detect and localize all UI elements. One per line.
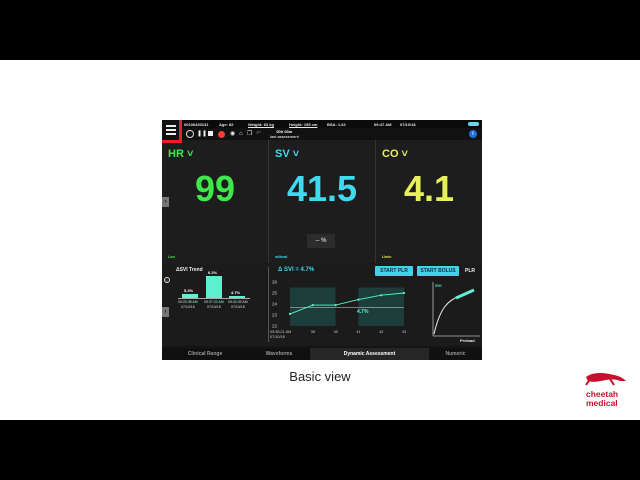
plr-highlight — [455, 288, 475, 300]
expand-left-tab[interactable]: › — [162, 197, 169, 207]
slide-caption: Basic view — [289, 369, 351, 384]
co-label[interactable]: CO ˅ — [382, 148, 408, 160]
clock-time: 09:47 AM — [374, 122, 392, 127]
svi-trend-title: ΔSVI Trend — [176, 267, 203, 273]
svi-point — [288, 312, 292, 315]
trend-bar[interactable] — [206, 276, 222, 298]
co-panel[interactable]: CO ˅ 4.1 L/min — [376, 140, 482, 263]
patient-bsa: BSA: 1.62 — [327, 122, 346, 127]
sv-value: 41.5 — [286, 168, 358, 209]
plr-curve-line — [433, 295, 461, 335]
video-frame: 00106430131 Age: 82 Weight: 63 kg Height… — [0, 0, 640, 480]
undo-icon[interactable]: ↶ — [256, 130, 261, 138]
tab-clinical-range[interactable]: Clinical Range — [162, 348, 248, 360]
camera-icon[interactable]: ◉ — [230, 130, 235, 138]
trend-bar-label: 6.2% — [208, 270, 218, 276]
trend-date: 09:20:38 AM 07/10/18 — [178, 300, 198, 309]
patient-status-bar: 00106430131 Age: 82 Weight: 63 kg Height… — [162, 120, 482, 128]
hr-panel[interactable]: HR ˅ 99 Low — [162, 140, 269, 263]
x-tick-label: 40 — [334, 330, 338, 334]
sv-footnote: ml/beat — [275, 255, 288, 259]
sv-panel[interactable]: SV ˅ 41.5 -- % ml/beat — [269, 140, 376, 263]
info-button[interactable]: i — [469, 130, 477, 138]
home-icon[interactable]: ⌂ — [239, 130, 243, 138]
chevron-down-icon: ˅ — [289, 148, 300, 160]
delta-annotation: 4.7% — [357, 309, 369, 315]
chevron-down-icon: ˅ — [183, 148, 194, 160]
hr-value: 99 — [194, 168, 236, 209]
x-tick-label: 39 — [311, 330, 315, 334]
pause-icon[interactable]: ❚❚ — [197, 130, 207, 138]
tab-dynamic-assessment[interactable]: Dynamic Assessment — [310, 348, 429, 360]
sv-percent-box: -- % — [307, 234, 335, 248]
shaded-region — [290, 287, 404, 326]
x-tick-label: 41 — [356, 330, 360, 334]
y-tick-label: 25 — [272, 291, 278, 296]
x-axis: 09:35:21 AM 39 40 41 42 43 07/10/18 — [270, 330, 406, 339]
patient-age: Age: 82 — [219, 122, 234, 127]
y-tick-label: 24 — [272, 302, 278, 307]
hr-label[interactable]: HR ˅ — [168, 148, 193, 160]
plr-tab[interactable]: PLR — [465, 266, 475, 276]
assessment-window — [290, 287, 336, 326]
y-tick-label: 23 — [272, 313, 278, 318]
patient-id: 00106430131 — [184, 122, 209, 127]
clock-date: 07/10/18 — [400, 122, 416, 127]
bottom-tab-bar: Clinical Range Waveforms Dynamic Assessm… — [162, 348, 482, 360]
plr-svi-label: SVI — [435, 283, 441, 288]
y-tick-label: 22 — [272, 324, 278, 329]
start-plr-button[interactable]: START PLR — [375, 266, 413, 276]
chevron-down-icon: ˅ — [398, 148, 408, 160]
svi-point — [380, 294, 383, 297]
svi-delta: Δ SVI = 4.7% — [278, 267, 315, 273]
patient-height[interactable]: Height: 155 cm — [289, 122, 317, 127]
y-tick-label: 26 — [272, 280, 278, 285]
x-date-label: 07/10/18 — [270, 335, 285, 339]
logo-text-line2: medical — [586, 398, 618, 408]
hamburger-menu-button[interactable] — [162, 120, 182, 143]
monitor-screen: 00106430131 Age: 82 Weight: 63 kg Height… — [162, 120, 482, 360]
patient-weight[interactable]: Weight: 63 kg — [248, 122, 274, 127]
battery-icon — [468, 122, 479, 126]
hr-footnote: Low — [168, 255, 175, 259]
copy-icon[interactable]: ❐ — [247, 130, 252, 138]
sv-label[interactable]: SV ˅ — [275, 148, 299, 160]
record-icon[interactable] — [218, 130, 225, 138]
info-icon[interactable]: i — [164, 277, 170, 283]
co-value: 4.1 — [403, 168, 455, 209]
stop-icon[interactable] — [208, 131, 213, 136]
preload-label: Preload — [460, 338, 475, 343]
menu-line — [166, 133, 176, 135]
svi-point — [402, 291, 406, 295]
trend-date: 09:42:49 AM 07/10/18 — [228, 300, 248, 309]
svi-point — [311, 304, 314, 307]
co-footnote: L/min — [382, 255, 392, 259]
elapsed-timer: 00h 03m last assessment — [270, 129, 299, 139]
start-bolus-button[interactable]: START BOLUS — [417, 266, 459, 276]
tab-numeric[interactable]: Numeric — [429, 348, 482, 360]
svi-point — [334, 304, 337, 307]
trend-date: 09:37:22 AM 07/10/18 — [204, 300, 224, 309]
svi-line-chart: 26 25 24 23 22 4.7% 09:35:21 AM 39 40 41 42 43 07/… — [270, 280, 406, 340]
y-axis: 26 25 24 23 22 — [272, 280, 278, 329]
control-toolbar: ❚❚ ◉ ⌂ ❐ ↶ 00h 03m last assessment i — [162, 128, 482, 140]
plr-curve: SVI Preload — [432, 282, 480, 343]
dynamic-assessment-area: ΔSVI Trend i › 5.2% 6.2% 4.7% 09:20:38 A… — [162, 263, 482, 346]
x-tick-label: 43 — [402, 330, 406, 334]
expand-trend-tab[interactable]: › — [162, 307, 169, 317]
svi-point — [357, 298, 360, 301]
record-ring-icon[interactable] — [186, 130, 194, 138]
trend-bar-label: 4.7% — [231, 289, 241, 295]
elapsed-caption: last assessment — [270, 134, 299, 139]
x-tick-label: 09:35:21 AM — [270, 330, 291, 334]
trend-bar-label: 5.2% — [184, 287, 194, 293]
tab-waveforms[interactable]: Waveforms — [248, 348, 310, 360]
trend-baseline — [178, 298, 250, 299]
menu-line — [166, 125, 176, 127]
menu-line — [166, 129, 176, 131]
x-tick-label: 42 — [379, 330, 383, 334]
